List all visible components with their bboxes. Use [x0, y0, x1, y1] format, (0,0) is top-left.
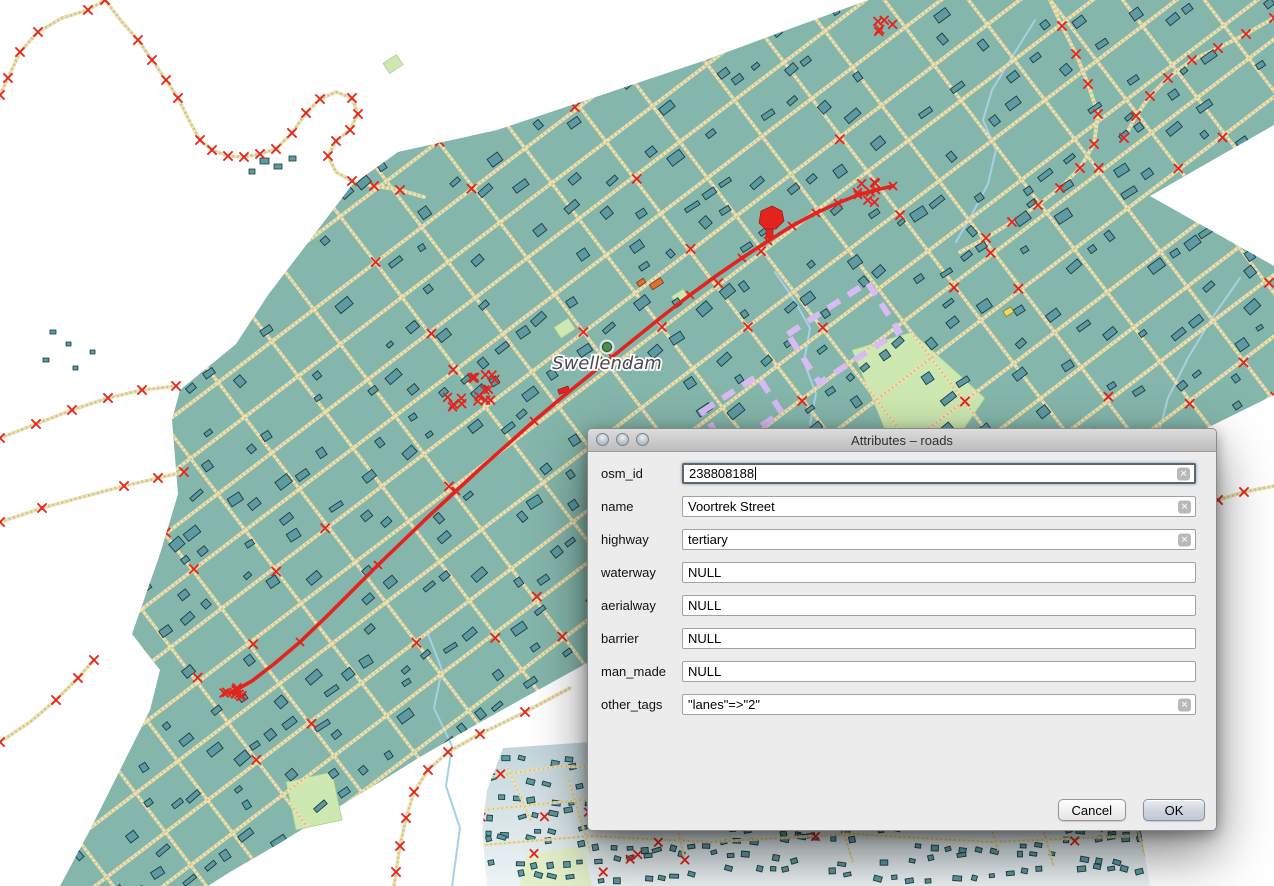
osm_id-input[interactable]: 238808188 ✕ — [682, 463, 1196, 484]
field-value-other_tags: "lanes"=>"2" — [688, 697, 760, 712]
qgis-map-stage: Swellendam Attributes – roads osm_id2388… — [0, 0, 1274, 886]
field-row-name: name Voortrek Street ✕ — [601, 496, 1196, 517]
attributes-dialog: Attributes – roads osm_id238808188✕nameV… — [587, 428, 1217, 831]
field-value-aerialway: NULL — [688, 598, 721, 613]
field-row-highway: highway tertiary ✕ — [601, 529, 1196, 550]
field-row-aerialway: aerialway NULL — [601, 595, 1196, 616]
place-label: Swellendam — [552, 353, 662, 374]
field-label-highway: highway — [601, 532, 682, 547]
field-row-barrier: barrier NULL — [601, 628, 1196, 649]
field-label-osm_id: osm_id — [601, 466, 682, 481]
close-window-icon[interactable] — [596, 433, 609, 446]
field-value-osm_id: 238808188 — [689, 466, 754, 481]
field-row-other_tags: other_tags "lanes"=>"2" ✕ — [601, 694, 1196, 715]
text-caret — [755, 467, 756, 480]
minimize-window-icon[interactable] — [616, 433, 629, 446]
dialog-title: Attributes – roads — [851, 433, 953, 448]
town-point-icon — [603, 343, 612, 352]
field-label-barrier: barrier — [601, 631, 682, 646]
field-row-man_made: man_made NULL — [601, 661, 1196, 682]
field-row-osm_id: osm_id 238808188 ✕ — [601, 463, 1196, 484]
field-value-highway: tertiary — [688, 532, 728, 547]
barrier-input[interactable]: NULL — [682, 628, 1196, 649]
other_tags-input[interactable]: "lanes"=>"2" ✕ — [682, 694, 1196, 715]
field-label-other_tags: other_tags — [601, 697, 682, 712]
ok-button[interactable]: OK — [1143, 799, 1205, 821]
traffic-lights — [596, 433, 649, 446]
name-input[interactable]: Voortrek Street ✕ — [682, 496, 1196, 517]
field-value-name: Voortrek Street — [688, 499, 775, 514]
field-value-waterway: NULL — [688, 565, 721, 580]
field-label-aerialway: aerialway — [601, 598, 682, 613]
zoom-window-icon[interactable] — [636, 433, 649, 446]
field-value-barrier: NULL — [688, 631, 721, 646]
field-row-waterway: waterway NULL — [601, 562, 1196, 583]
field-label-man_made: man_made — [601, 664, 682, 679]
clear-field-icon[interactable]: ✕ — [1178, 698, 1191, 711]
aerialway-input[interactable]: NULL — [682, 595, 1196, 616]
clear-field-icon[interactable]: ✕ — [1178, 533, 1191, 546]
attribute-fields: osm_id238808188✕nameVoortrek Street✕high… — [588, 452, 1216, 715]
waterway-input[interactable]: NULL — [682, 562, 1196, 583]
field-label-waterway: waterway — [601, 565, 682, 580]
cancel-button[interactable]: Cancel — [1058, 799, 1126, 821]
clear-field-icon[interactable]: ✕ — [1178, 500, 1191, 513]
field-label-name: name — [601, 499, 682, 514]
dialog-buttons: Cancel OK — [1058, 799, 1205, 821]
man_made-input[interactable]: NULL — [682, 661, 1196, 682]
dialog-titlebar[interactable]: Attributes – roads — [588, 429, 1216, 452]
clear-field-icon[interactable]: ✕ — [1177, 467, 1190, 480]
field-value-man_made: NULL — [688, 664, 721, 679]
highway-input[interactable]: tertiary ✕ — [682, 529, 1196, 550]
